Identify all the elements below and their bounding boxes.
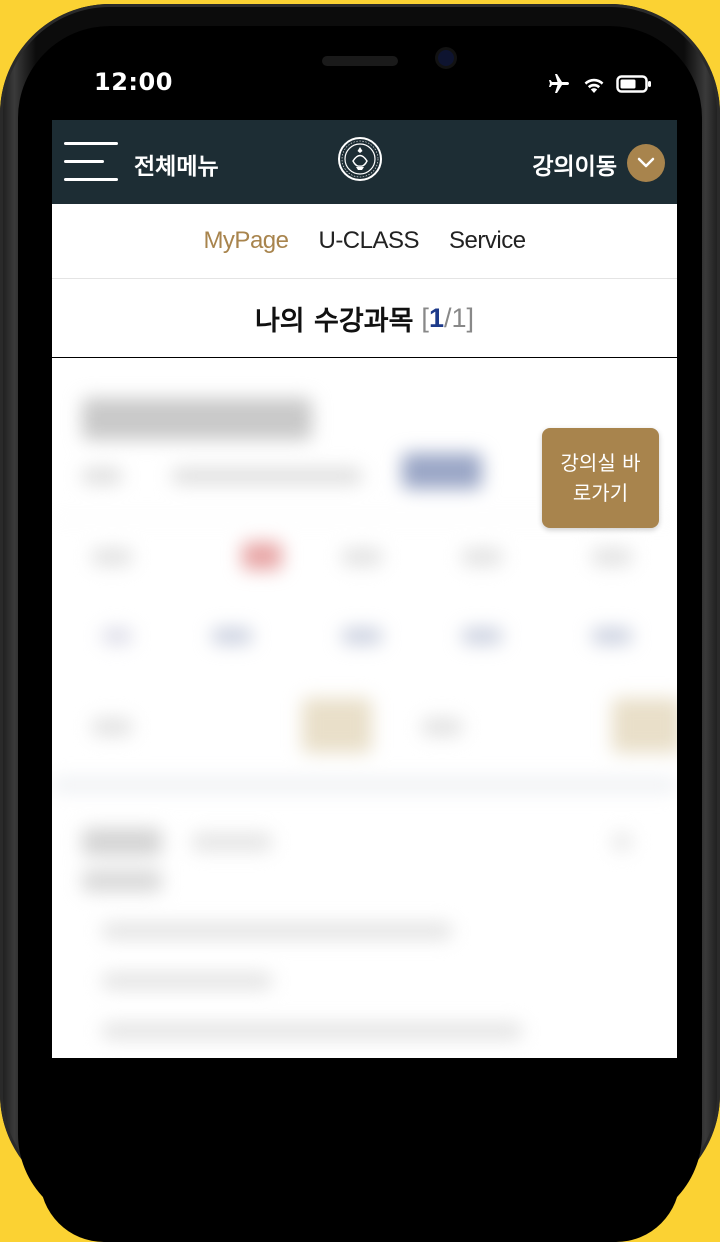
- section-title-text: 나의 수강과목: [254, 305, 414, 337]
- tab-mypage[interactable]: MyPage: [203, 227, 289, 255]
- lecture-move-dropdown-button[interactable]: [627, 144, 665, 182]
- page-indicator: [1/1]: [421, 302, 475, 333]
- main-tabs: MyPage U-CLASS Service: [52, 204, 677, 279]
- front-camera: [438, 50, 454, 66]
- chevron-down-icon: [637, 157, 655, 168]
- status-bar: 12:00: [40, 42, 680, 120]
- wifi-icon: [584, 78, 604, 93]
- battery-icon: [616, 75, 651, 93]
- notch: [182, 42, 538, 96]
- status-icons: [546, 72, 652, 96]
- phone-screen: 12:00 전체메뉴 강의이동 MyPage U-CLASS Service 나…: [40, 42, 680, 1242]
- app-header: 전체메뉴 강의이동: [52, 120, 677, 204]
- page-total: /1: [443, 302, 467, 333]
- course-content-blurred: 강의실 바로가기: [52, 358, 677, 1058]
- section-title: 나의 수강과목 [1/1]: [52, 279, 677, 357]
- status-time: 12:00: [94, 68, 173, 96]
- page-current: 1: [428, 302, 444, 333]
- all-menu-label[interactable]: 전체메뉴: [134, 147, 219, 181]
- airplane-icon: [549, 74, 569, 93]
- go-to-classroom-button[interactable]: 강의실 바로가기: [542, 428, 659, 528]
- speaker: [322, 56, 398, 66]
- university-emblem-icon[interactable]: [337, 136, 383, 182]
- lecture-move-label[interactable]: 강의이동: [532, 147, 617, 181]
- tab-service[interactable]: Service: [449, 227, 526, 255]
- tab-uclass[interactable]: U-CLASS: [318, 227, 419, 255]
- hamburger-menu-icon[interactable]: [64, 142, 118, 182]
